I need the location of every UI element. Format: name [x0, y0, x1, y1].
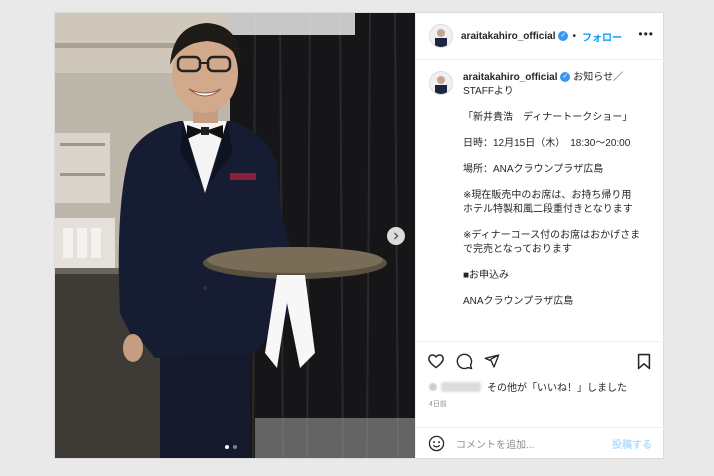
caption-area: araitakahiro_official ✓ お知らせ／STAFFより 「新井貴…: [416, 61, 664, 341]
post-date[interactable]: 4日前: [429, 399, 447, 409]
post-side-panel: araitakahiro_official ✓ • フォロー ••• arait…: [415, 13, 664, 458]
header-separator: •: [572, 30, 576, 42]
caption-line: ※現在販売中のお席は、お持ち帰り用ホテル特製和風二段重付きとなります: [463, 190, 633, 215]
caption-avatar[interactable]: [429, 71, 453, 95]
liker-name-blurred: [441, 381, 481, 392]
chevron-right-icon: [394, 232, 399, 240]
liker-avatar: [429, 382, 437, 391]
post-comment-button[interactable]: 投稿する: [612, 436, 652, 451]
save-button[interactable]: [634, 351, 654, 371]
likes-text: その他が「いいね！」しました: [487, 383, 627, 394]
caption-line: 場所：ANAクラウンプラザ広島: [463, 164, 604, 175]
comment-input[interactable]: コメントを追加...: [456, 436, 612, 451]
post-header: araitakahiro_official ✓ • フォロー •••: [416, 13, 664, 60]
more-options-icon[interactable]: •••: [638, 27, 654, 41]
emoji-button[interactable]: [426, 434, 446, 454]
caption-line: 日時：12月15日（木） 18:30～20:00: [463, 138, 631, 149]
comment-button[interactable]: [454, 351, 474, 371]
caption-line: 「新井貴浩 ディナートークショー」: [463, 112, 633, 123]
caption-text: araitakahiro_official ✓ お知らせ／STAFFより 「新井貴…: [463, 71, 641, 321]
photo-image: [55, 13, 415, 458]
avatar[interactable]: [429, 24, 453, 48]
carousel-indicator: [225, 445, 237, 449]
carousel-dot-active: [225, 445, 229, 449]
share-icon: [484, 354, 500, 368]
action-bar: [416, 341, 664, 380]
header-username[interactable]: araitakahiro_official: [461, 31, 555, 42]
like-button[interactable]: [426, 351, 446, 371]
caption-username[interactable]: araitakahiro_official: [463, 72, 557, 83]
share-button[interactable]: [482, 351, 502, 371]
emoji-icon: [428, 435, 444, 452]
caption-line: ANAクラウンプラザ広島: [463, 296, 574, 307]
avatar-image: [430, 72, 452, 94]
caption-line: ■お申込み: [463, 270, 510, 281]
bookmark-icon: [637, 353, 651, 369]
avatar-image: [430, 25, 452, 47]
comment-bar: コメントを追加... 投稿する: [416, 427, 664, 459]
caption-line: ※ディナーコース付のお席はおかげさまで完売となっております: [463, 230, 641, 255]
carousel-dot: [233, 445, 237, 449]
carousel-next-button[interactable]: [387, 227, 405, 245]
instagram-post-embed: araitakahiro_official ✓ • フォロー ••• arait…: [54, 12, 664, 459]
follow-button[interactable]: フォロー: [582, 29, 622, 44]
post-photo[interactable]: [55, 13, 415, 458]
comment-icon: [456, 353, 472, 369]
likes-summary[interactable]: その他が「いいね！」しました: [429, 379, 627, 394]
verified-badge-icon: ✓: [560, 72, 571, 83]
heart-icon: [428, 354, 444, 369]
verified-badge-icon: ✓: [558, 31, 569, 41]
